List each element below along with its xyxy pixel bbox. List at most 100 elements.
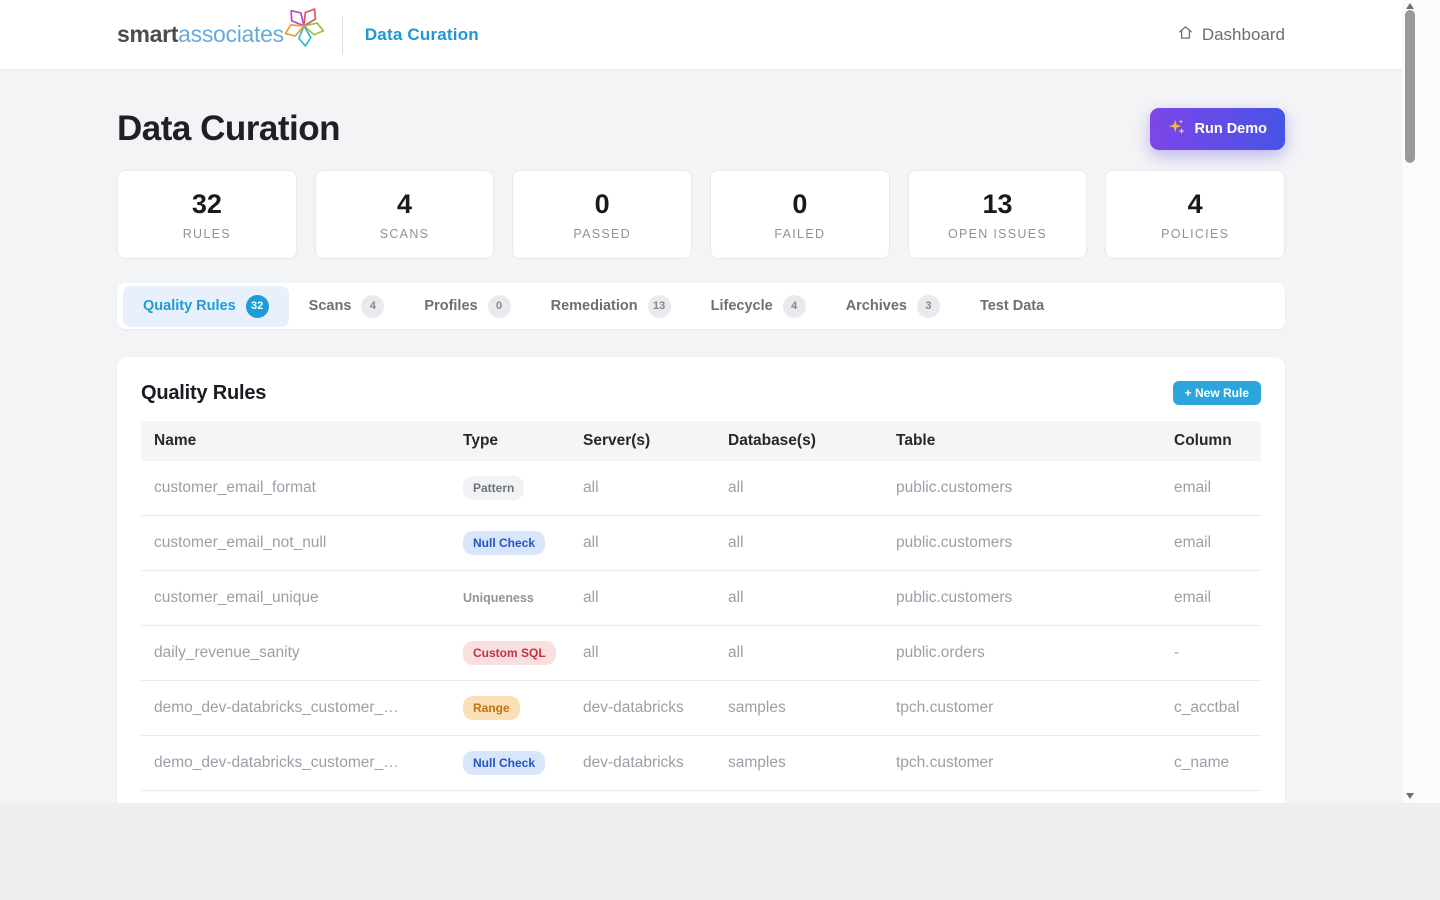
smartassociates-logo[interactable]: smart associates [117, 16, 326, 53]
tab-count-badge: 4 [361, 295, 384, 318]
tab-archives[interactable]: Archives 3 [826, 286, 960, 327]
rule-name: demo_dev-databricks_lineitem_l… [141, 791, 450, 804]
tab-quality-rules[interactable]: Quality Rules 32 [123, 286, 289, 327]
table-row[interactable]: customer_email_format Pattern all all pu… [141, 461, 1261, 516]
tab-label: Lifecycle [711, 298, 773, 314]
type-badge: Custom SQL [463, 641, 556, 665]
rule-databases: samples [715, 791, 883, 804]
rule-table: tpch.lineitem [883, 791, 1161, 804]
tab-count-badge: 3 [917, 295, 940, 318]
rules-section-title: Quality Rules [141, 382, 266, 405]
rule-name: customer_email_not_null [141, 516, 450, 571]
type-badge: Uniqueness [463, 586, 534, 610]
stats-row: 32 RULES 4 SCANS 0 PASSED 0 FAILED 13 OP… [117, 170, 1285, 259]
stat-label: FAILED [774, 227, 825, 241]
rule-name: demo_dev-databricks_customer_… [141, 681, 450, 736]
tab-profiles[interactable]: Profiles 0 [404, 286, 530, 327]
tab-remediation[interactable]: Remediation 13 [531, 286, 691, 327]
table-row[interactable]: customer_email_not_null Null Check all a… [141, 516, 1261, 571]
rule-table: public.customers [883, 461, 1161, 516]
rule-databases: all [715, 571, 883, 626]
column-header-servers: Server(s) [570, 421, 715, 461]
tab-count-badge: 0 [488, 295, 511, 318]
stat-card-open-issues: 13 OPEN ISSUES [908, 170, 1088, 259]
tab-count-badge: 4 [783, 295, 806, 318]
logo-text-associates: associates [178, 21, 284, 48]
stat-card-failed: 0 FAILED [710, 170, 890, 259]
rule-table: tpch.customer [883, 681, 1161, 736]
run-demo-button[interactable]: Run Demo [1150, 108, 1286, 150]
stat-card-scans: 4 SCANS [315, 170, 495, 259]
header-divider [342, 16, 343, 54]
table-row[interactable]: customer_email_unique Uniqueness all all… [141, 571, 1261, 626]
vertical-scrollbar[interactable] [1402, 0, 1418, 803]
rule-databases: all [715, 461, 883, 516]
dashboard-label: Dashboard [1202, 25, 1285, 45]
rule-column: c_acctbal [1161, 681, 1261, 736]
type-badge: Pattern [463, 476, 524, 500]
table-row[interactable]: daily_revenue_sanity Custom SQL all all … [141, 626, 1261, 681]
tab-label: Archives [846, 298, 907, 314]
tab-label: Scans [309, 298, 352, 314]
quality-rules-card: Quality Rules + New Rule Name Type Serve… [117, 357, 1285, 803]
rule-table: tpch.customer [883, 736, 1161, 791]
dashboard-link[interactable]: Dashboard [1177, 24, 1285, 46]
table-row[interactable]: demo_dev-databricks_lineitem_l… Range de… [141, 791, 1261, 804]
tab-label: Quality Rules [143, 298, 236, 314]
type-badge: Null Check [463, 531, 545, 555]
table-row[interactable]: demo_dev-databricks_customer_… Range dev… [141, 681, 1261, 736]
tab-count-badge: 13 [648, 295, 671, 318]
rule-name: customer_email_unique [141, 571, 450, 626]
tab-scans[interactable]: Scans 4 [289, 286, 405, 327]
rule-column: l_discount [1161, 791, 1261, 804]
rule-table: public.customers [883, 516, 1161, 571]
scrollbar-down-arrow-icon[interactable] [1406, 793, 1414, 799]
rule-table: public.customers [883, 571, 1161, 626]
stat-label: PASSED [573, 227, 631, 241]
rule-databases: samples [715, 681, 883, 736]
rule-column: - [1161, 626, 1261, 681]
run-demo-label: Run Demo [1195, 121, 1268, 137]
rule-servers: dev-databricks [570, 681, 715, 736]
table-row[interactable]: demo_dev-databricks_customer_… Null Chec… [141, 736, 1261, 791]
app-viewport: smart associates Data Curation [0, 0, 1402, 803]
table-header-row: Name Type Server(s) Database(s) Table Co… [141, 421, 1261, 461]
rule-servers: all [570, 626, 715, 681]
tab-test-data[interactable]: Test Data [960, 289, 1064, 323]
rule-servers: all [570, 516, 715, 571]
stat-card-rules: 32 RULES [117, 170, 297, 259]
stat-value: 0 [595, 189, 610, 220]
rule-column: c_name [1161, 736, 1261, 791]
rule-column: email [1161, 516, 1261, 571]
rule-name: customer_email_format [141, 461, 450, 516]
rule-name: demo_dev-databricks_customer_… [141, 736, 450, 791]
app-title: Data Curation [365, 25, 479, 45]
rule-databases: samples [715, 736, 883, 791]
rule-servers: dev-databricks [570, 736, 715, 791]
stat-label: OPEN ISSUES [948, 227, 1047, 241]
new-rule-button[interactable]: + New Rule [1173, 381, 1261, 405]
stat-value: 0 [792, 189, 807, 220]
rule-databases: all [715, 626, 883, 681]
rule-name: daily_revenue_sanity [141, 626, 450, 681]
stat-card-passed: 0 PASSED [512, 170, 692, 259]
tab-lifecycle[interactable]: Lifecycle 4 [691, 286, 826, 327]
tab-label: Profiles [424, 298, 477, 314]
stat-value: 32 [192, 189, 222, 220]
scrollbar-thumb[interactable] [1405, 10, 1415, 163]
stat-value: 4 [1188, 189, 1203, 220]
type-badge: Range [463, 696, 520, 720]
tab-bar: Quality Rules 32 Scans 4 Profiles 0 Reme… [117, 283, 1285, 329]
column-header-databases: Database(s) [715, 421, 883, 461]
column-header-column: Column [1161, 421, 1261, 461]
page-title: Data Curation [117, 109, 340, 149]
rule-table: public.orders [883, 626, 1161, 681]
stat-value: 4 [397, 189, 412, 220]
rule-databases: all [715, 516, 883, 571]
tab-label: Remediation [551, 298, 638, 314]
tab-count-badge: 32 [246, 295, 269, 318]
quality-rules-table: Name Type Server(s) Database(s) Table Co… [141, 421, 1261, 803]
scrollbar-up-arrow-icon[interactable] [1406, 3, 1414, 9]
column-header-type: Type [450, 421, 570, 461]
rule-servers: all [570, 461, 715, 516]
